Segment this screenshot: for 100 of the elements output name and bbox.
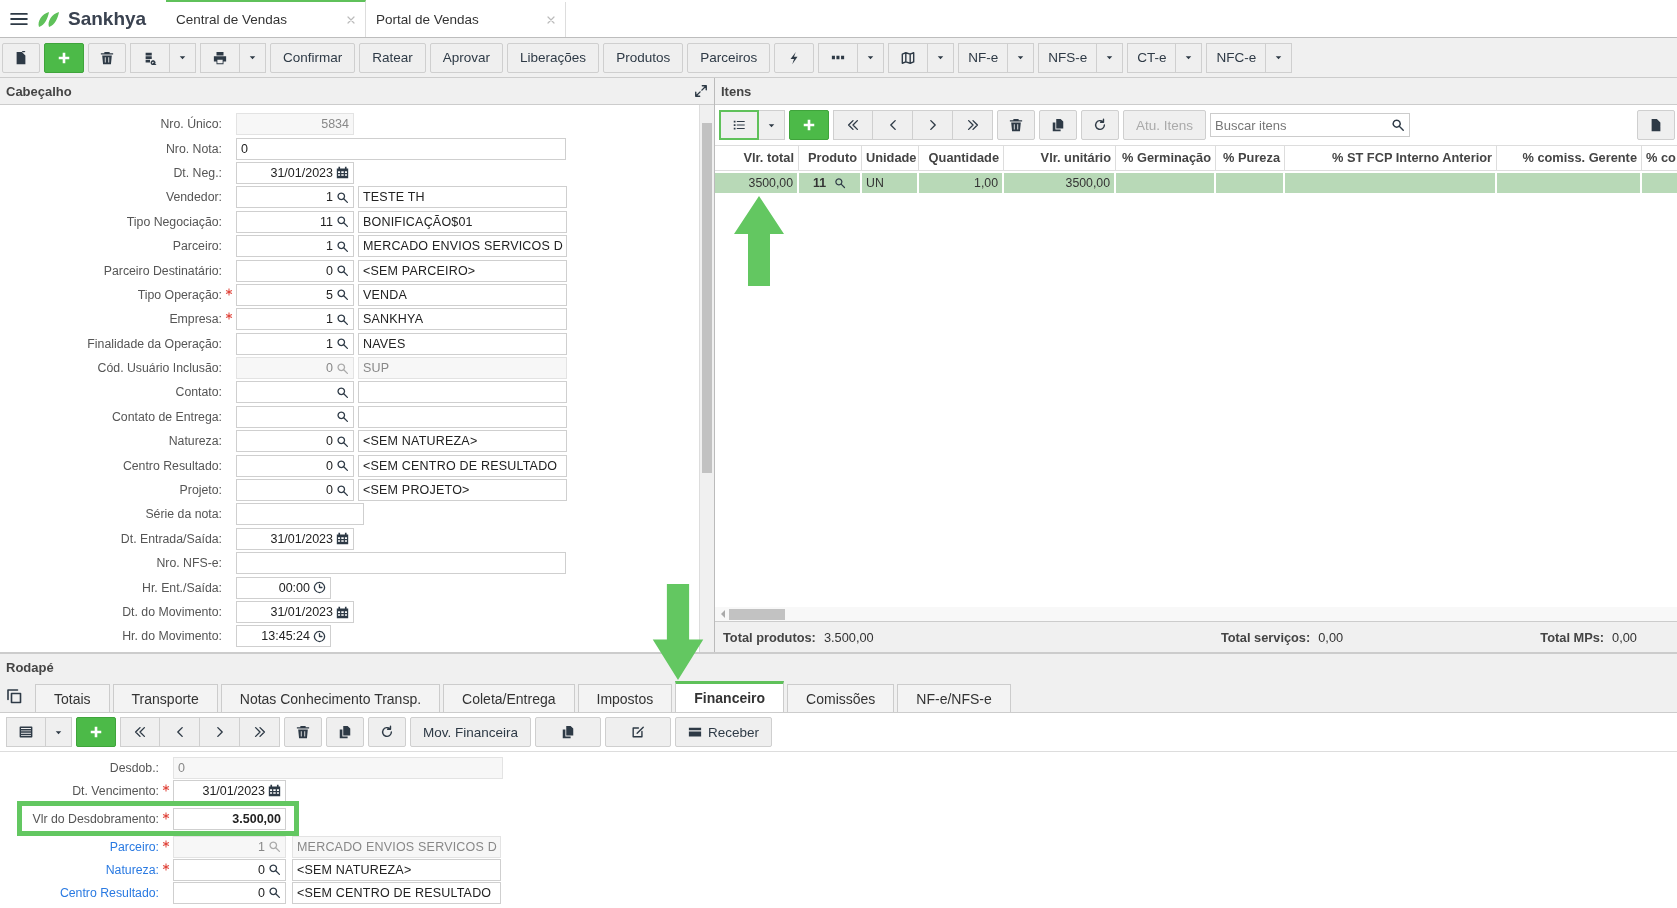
description-field[interactable]: <SEM CENTRO DE RESULTADO (358, 454, 567, 477)
last-button[interactable] (953, 110, 993, 140)
description-field[interactable] (358, 381, 567, 404)
delete-button[interactable] (88, 42, 126, 73)
code-field[interactable]: 1 (236, 235, 354, 258)
time-field[interactable]: 13:45:24 (236, 625, 331, 648)
edit-button[interactable] (605, 717, 672, 747)
map-button[interactable] (888, 42, 929, 73)
action-button[interactable]: Confirmar (270, 42, 356, 73)
tab[interactable]: Notas Conhecimento Transp. (220, 684, 441, 712)
action-button[interactable]: Produtos (603, 42, 684, 73)
time-field[interactable]: 00:00 (236, 576, 331, 599)
description-field[interactable]: SANKHYA (358, 308, 567, 331)
action-button[interactable]: Parceiros (687, 42, 771, 73)
tab[interactable]: Totais (35, 684, 110, 712)
action-button[interactable]: Aprovar (429, 42, 504, 73)
code-field[interactable]: 0 (173, 881, 286, 904)
financial-button[interactable]: Mov. Financeira (410, 717, 532, 747)
document-button[interactable]: NFS-e (1038, 42, 1098, 73)
delete-button[interactable] (997, 110, 1035, 140)
export-button[interactable] (1637, 110, 1675, 140)
code-field[interactable]: 11 (236, 210, 354, 233)
total-label: Total MPs: (1540, 629, 1605, 645)
horizontal-scrollbar[interactable] (715, 607, 1677, 621)
description-field[interactable]: TESTE TH (358, 186, 567, 209)
column-header[interactable]: Unidade (862, 146, 919, 170)
description-field[interactable]: <SEM CENTRO DE RESULTADO (292, 881, 501, 904)
description-field[interactable]: <SEM NATUREZA> (292, 858, 501, 881)
description-field[interactable]: <SEM NATUREZA> (358, 430, 567, 453)
date-field[interactable]: 31/01/2023 (236, 161, 354, 184)
column-header[interactable]: Quantidade (919, 146, 1004, 170)
document-button[interactable]: NF-e (958, 42, 1009, 73)
text-field[interactable]: 0 (236, 137, 566, 160)
date-field[interactable]: 31/01/2023 (236, 527, 354, 550)
first-button[interactable] (120, 717, 160, 747)
document-button[interactable]: NFC-e (1206, 42, 1267, 73)
list-view-button[interactable] (719, 110, 759, 140)
lightning-button[interactable] (774, 42, 815, 73)
last-button[interactable] (240, 717, 280, 747)
receive-button[interactable]: Receber (675, 717, 773, 747)
app-tab[interactable]: Portal de Vendas (366, 2, 566, 37)
code-field[interactable]: 0 (236, 479, 354, 502)
document-button[interactable]: CT-e (1127, 42, 1177, 73)
search-records-button[interactable] (130, 42, 170, 73)
column-header[interactable]: % comiss. Gerente (1497, 146, 1642, 170)
code-field[interactable]: 1 (236, 186, 354, 209)
tab[interactable]: Coleta/Entrega (443, 684, 575, 712)
code-field[interactable]: 1 (236, 308, 354, 331)
code-field[interactable]: 5 (236, 283, 354, 306)
column-header[interactable]: % co (1642, 146, 1677, 170)
new-document-button[interactable] (2, 42, 40, 73)
grid-view-button[interactable] (6, 717, 46, 747)
tab[interactable]: NF-e/NFS-e (897, 684, 1011, 712)
expand-button[interactable] (694, 84, 708, 98)
code-field[interactable]: 1 (236, 332, 354, 355)
search-field[interactable]: Buscar itens (1210, 113, 1411, 137)
column-header[interactable]: Produto (799, 146, 862, 170)
column-header[interactable]: Vlr. total (715, 146, 799, 170)
add-button[interactable] (789, 110, 829, 140)
add-button[interactable] (76, 717, 116, 747)
text-field[interactable] (236, 552, 566, 575)
description-field[interactable]: BONIFICAÇÃO$01 (358, 210, 567, 233)
database-search-icon (143, 50, 157, 65)
tab[interactable]: Transporte (112, 684, 218, 712)
first-button[interactable] (833, 110, 873, 140)
action-button[interactable]: Ratear (359, 42, 426, 73)
table-row[interactable]: 3500,00 11 UN 1,00 3500,00 (715, 173, 1677, 193)
column-header[interactable]: % ST FCP Interno Anterior (1285, 146, 1497, 170)
copy-button[interactable] (535, 717, 602, 747)
vertical-scrollbar[interactable] (699, 105, 714, 652)
duplicate-button[interactable] (326, 717, 364, 747)
delete-button[interactable] (284, 717, 322, 747)
description-field[interactable]: <SEM PROJETO> (358, 479, 567, 502)
tab[interactable]: Comissões (787, 684, 895, 712)
tab[interactable]: Financeiro (675, 681, 785, 712)
description-field[interactable]: NAVES (358, 332, 567, 355)
refresh-button[interactable] (368, 717, 406, 747)
code-field[interactable] (236, 405, 354, 428)
amount-field[interactable]: 3.500,00 (173, 807, 286, 830)
code-field[interactable]: 0 (173, 858, 286, 881)
date-field[interactable]: 31/01/2023 (173, 779, 286, 802)
tab[interactable]: Impostos (577, 684, 673, 712)
column-header[interactable]: Vlr. unitário (1004, 146, 1116, 170)
code-field[interactable]: 0 (236, 430, 354, 453)
code-field[interactable]: 0 (236, 454, 354, 477)
column-header[interactable]: % Germinação (1116, 146, 1216, 170)
more-button[interactable] (818, 42, 859, 73)
description-field[interactable]: VENDA (358, 283, 567, 306)
duplicate-button[interactable] (1039, 110, 1077, 140)
refresh-button[interactable] (1081, 110, 1119, 140)
column-header[interactable]: % Pureza (1216, 146, 1285, 170)
code-field[interactable]: 0 (236, 259, 354, 282)
action-button[interactable]: Liberações (507, 42, 600, 73)
code-field[interactable] (236, 381, 354, 404)
date-field[interactable]: 31/01/2023 (236, 601, 354, 623)
text-field[interactable] (236, 503, 364, 526)
description-field[interactable]: <SEM PARCEIRO> (358, 259, 567, 282)
print-button[interactable] (200, 42, 240, 73)
description-field[interactable] (358, 405, 567, 428)
description-field[interactable]: MERCADO ENVIOS SERVICOS D (358, 235, 567, 258)
